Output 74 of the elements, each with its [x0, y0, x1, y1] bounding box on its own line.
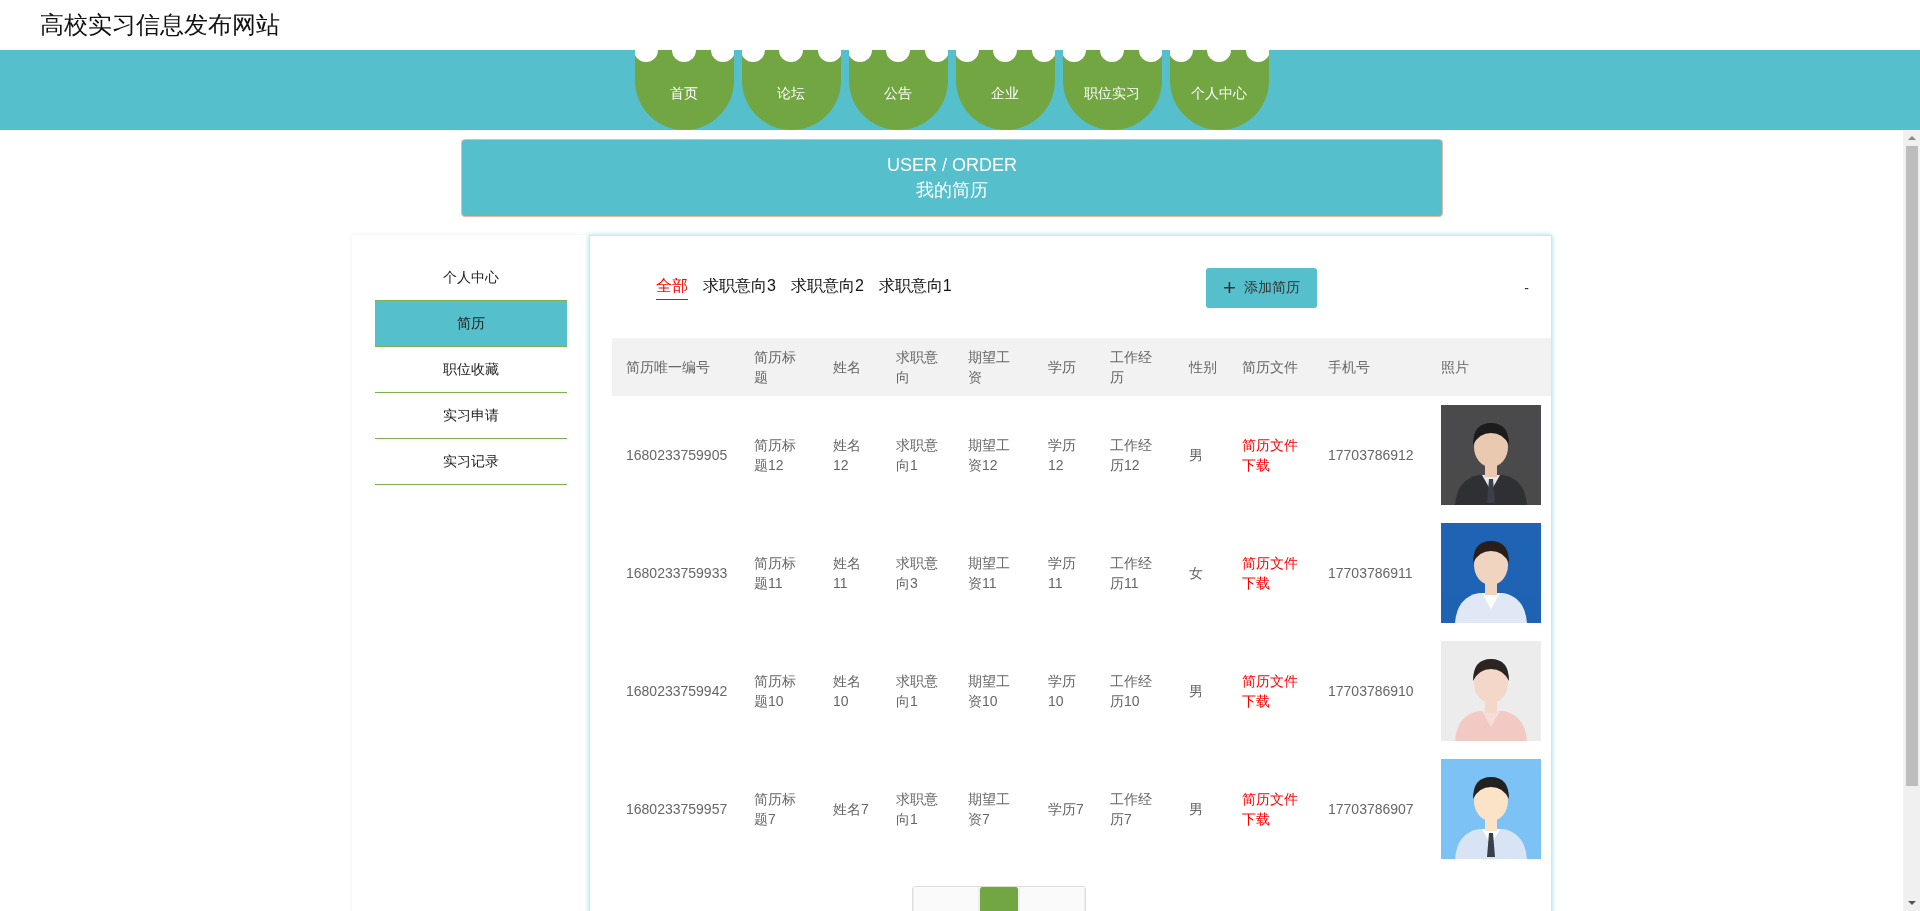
- page-button[interactable]: [979, 887, 1019, 911]
- table-cell: 学历11: [1048, 555, 1076, 591]
- table-cell: 男: [1189, 683, 1203, 699]
- table-cell: 姓名7: [833, 801, 869, 817]
- download-link[interactable]: 简历文件下载: [1242, 553, 1302, 593]
- nav-tab[interactable]: 公告: [848, 50, 948, 130]
- table-cell: 1680233759957: [626, 801, 728, 817]
- table-cell: 1680233759942: [626, 683, 728, 699]
- filter-tab[interactable]: 全部: [656, 276, 688, 300]
- table-cell: 男: [1189, 447, 1203, 463]
- banner-title: 我的简历: [916, 179, 988, 202]
- table-cell: 期望工资7: [968, 791, 1010, 827]
- table-cell: 女: [1189, 565, 1203, 581]
- download-link[interactable]: 简历文件下载: [1242, 671, 1302, 711]
- page-button[interactable]: [913, 887, 979, 911]
- column-header: 姓名: [819, 338, 882, 396]
- sidebar-item[interactable]: 简历: [374, 301, 567, 347]
- table-cell: 求职意向3: [896, 555, 938, 591]
- column-header: 照片: [1427, 338, 1551, 396]
- site-title: 高校实习信息发布网站: [40, 10, 280, 40]
- sidebar-item[interactable]: 职位收藏: [374, 347, 567, 393]
- table-cell: 学历10: [1048, 673, 1076, 709]
- table-cell: 求职意向1: [896, 437, 938, 473]
- table-cell: 求职意向1: [896, 791, 938, 827]
- table-cell: 期望工资12: [968, 437, 1010, 473]
- nav-tab[interactable]: 职位实习: [1062, 50, 1162, 130]
- table-cell: 学历7: [1048, 801, 1084, 817]
- table-cell: 工作经历11: [1110, 555, 1152, 591]
- table-cell: 1680233759905: [626, 447, 728, 463]
- page-button[interactable]: [1019, 887, 1085, 911]
- column-header: 学历: [1034, 338, 1096, 396]
- table-cell: 姓名10: [833, 673, 861, 709]
- table-cell: 简历标题10: [754, 673, 796, 709]
- column-header: 求职意向: [882, 338, 954, 396]
- table-cell: 简历标题7: [754, 791, 796, 827]
- table-cell: 17703786912: [1328, 447, 1414, 463]
- table-cell: 期望工资11: [968, 555, 1010, 591]
- banner-subtitle: USER / ORDER: [887, 154, 1017, 177]
- table-cell: 求职意向1: [896, 673, 938, 709]
- table-cell: 男: [1189, 801, 1203, 817]
- table-cell: 姓名11: [833, 555, 861, 591]
- column-header: 性别: [1175, 338, 1228, 396]
- table-cell: 简历标题12: [754, 437, 796, 473]
- table-cell: 期望工资10: [968, 673, 1010, 709]
- column-header: 手机号: [1314, 338, 1427, 396]
- table-cell: 工作经历7: [1110, 791, 1152, 827]
- column-header: 期望工资: [954, 338, 1034, 396]
- nav-tab[interactable]: 首页: [634, 50, 734, 130]
- sidebar-item[interactable]: 实习记录: [374, 439, 567, 485]
- table-cell: 简历标题11: [754, 555, 796, 591]
- nav-tab[interactable]: 个人中心: [1169, 50, 1269, 130]
- table-cell: 姓名12: [833, 437, 861, 473]
- table-cell: 17703786911: [1328, 565, 1413, 581]
- filter-tab[interactable]: 求职意向3: [703, 276, 776, 300]
- column-header: 简历唯一编号: [612, 338, 740, 396]
- table-cell: 1680233759933: [626, 565, 728, 581]
- table-cell: 17703786907: [1328, 801, 1414, 817]
- nav-tab[interactable]: 论坛: [741, 50, 841, 130]
- column-header: 工作经历: [1096, 338, 1175, 396]
- collapse-toggle[interactable]: -: [1524, 280, 1529, 296]
- scrollbar[interactable]: [1903, 130, 1920, 911]
- table-cell: 学历12: [1048, 437, 1076, 473]
- nav-tab[interactable]: 企业: [955, 50, 1055, 130]
- download-link[interactable]: 简历文件下载: [1242, 789, 1302, 829]
- table-cell: 工作经历10: [1110, 673, 1152, 709]
- filter-tab[interactable]: 求职意向2: [790, 276, 864, 300]
- table-cell: 工作经历12: [1110, 437, 1152, 473]
- table-cell: 17703786910: [1328, 683, 1414, 699]
- download-link[interactable]: 简历文件下载: [1242, 435, 1302, 475]
- column-header: 简历文件: [1228, 338, 1314, 396]
- sidebar-item[interactable]: 实习申请: [374, 393, 567, 439]
- column-header: 简历标题: [740, 338, 819, 396]
- filter-tab[interactable]: 求职意向1: [878, 276, 952, 300]
- add-resume-button[interactable]: + 添加简历: [1206, 268, 1317, 308]
